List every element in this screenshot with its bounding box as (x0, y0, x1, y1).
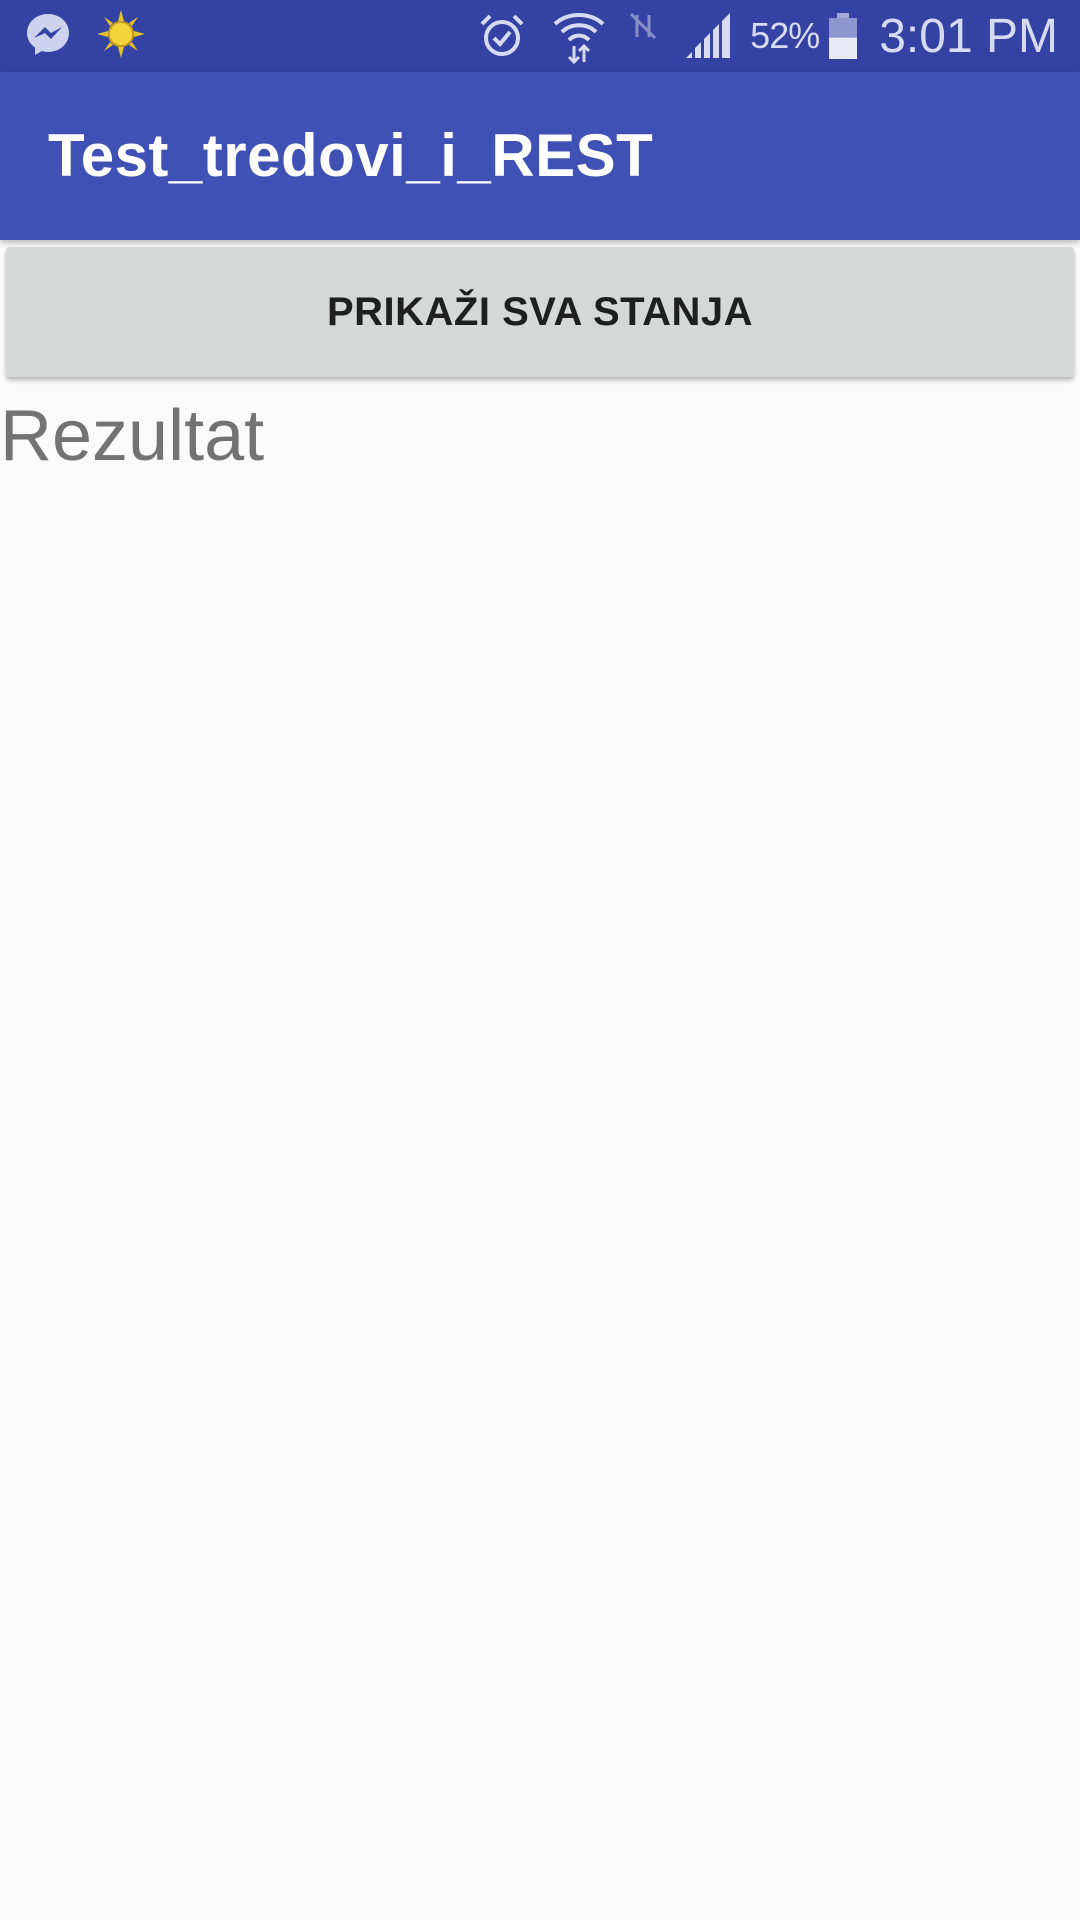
app-title: Test_tredovi_i_REST (48, 122, 654, 189)
result-label: Rezultat (0, 396, 265, 476)
sun-icon (96, 9, 146, 63)
status-bar-system: 52% 3:01 PM (478, 0, 1058, 72)
status-bar-notifications (24, 0, 146, 72)
clock: 3:01 PM (879, 9, 1058, 63)
show-all-states-button[interactable]: PRIKAŽI SVA STANJA (6, 247, 1074, 377)
wifi-icon (552, 8, 606, 64)
battery-icon (827, 11, 859, 61)
no-data-icon (628, 11, 658, 41)
messenger-icon (24, 10, 72, 62)
status-bar: 52% 3:01 PM (0, 0, 1080, 72)
signal-icon (684, 12, 734, 60)
alarm-icon (478, 12, 526, 60)
app-bar: Test_tredovi_i_REST (0, 72, 1080, 240)
battery-percent: 52% (750, 15, 820, 56)
